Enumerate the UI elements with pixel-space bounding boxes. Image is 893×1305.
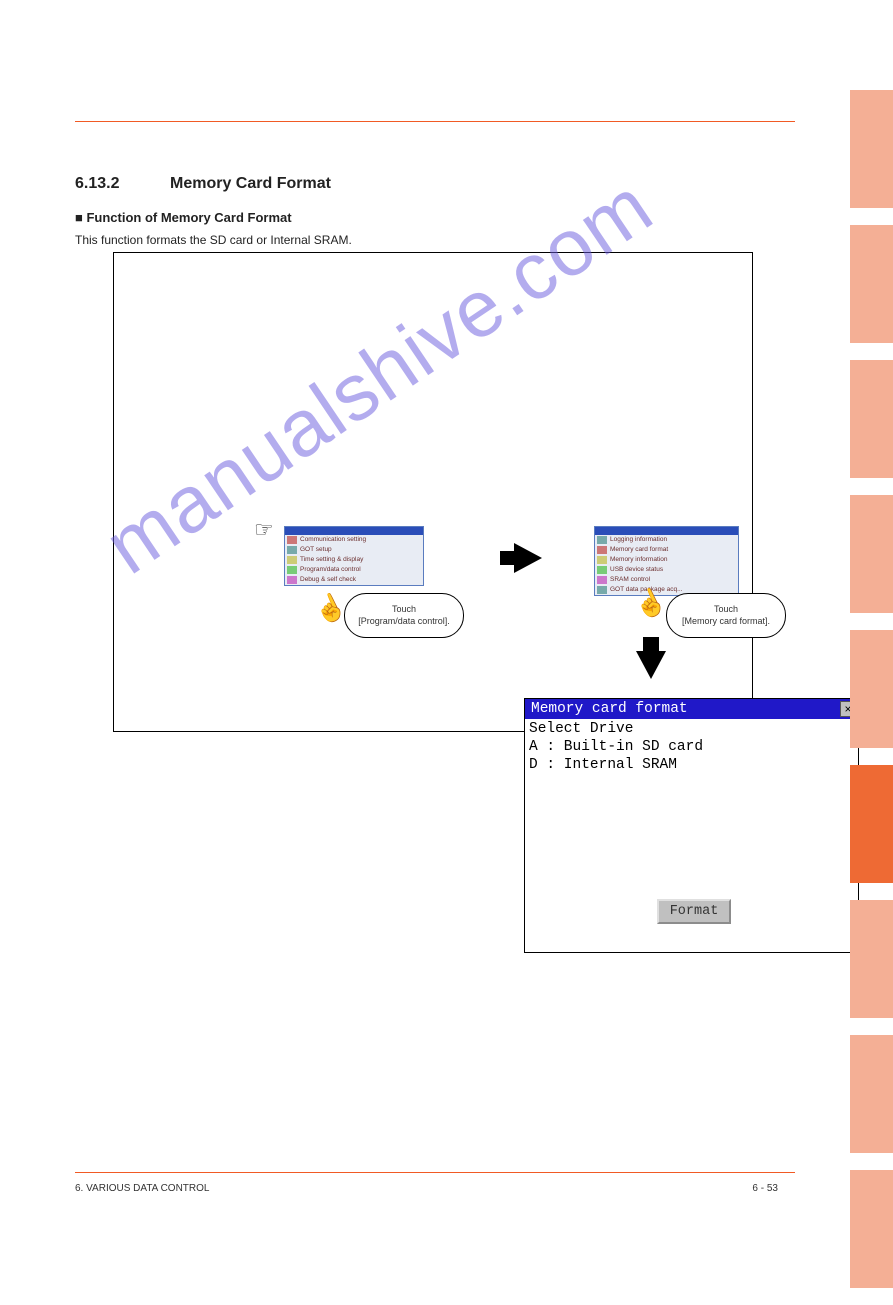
- instruction-bubble-1: Touch [Program/data control].: [344, 593, 464, 638]
- side-tab-active[interactable]: [850, 765, 893, 883]
- dialog-title-text: Memory card format: [531, 701, 688, 717]
- bubble-text: [Memory card format].: [675, 616, 777, 627]
- menu1-item: GOT setup: [300, 545, 332, 555]
- footer-right: 6 - 53: [752, 1183, 778, 1194]
- side-tab[interactable]: [850, 1170, 893, 1288]
- program-data-control-screenshot: Logging information Memory card format M…: [594, 526, 739, 596]
- side-tab[interactable]: [850, 360, 893, 478]
- subheading-function: ■ Function of Memory Card Format: [75, 210, 292, 225]
- drive-option-a[interactable]: A : Built-in SD card: [529, 738, 854, 756]
- footer-rule: [75, 1172, 795, 1173]
- menu2-item: USB device status: [610, 565, 663, 575]
- section-number: 6.13.2: [75, 175, 119, 193]
- figure-container: ☞ Communication setting GOT setup Time s…: [113, 252, 753, 732]
- select-drive-label: Select Drive: [529, 720, 854, 738]
- bubble-text: Touch: [675, 604, 777, 615]
- side-tab[interactable]: [850, 1035, 893, 1153]
- menu2-item: Logging information: [610, 535, 667, 545]
- bubble-text: [Program/data control].: [353, 616, 455, 627]
- menu1-item: Program/data control: [300, 565, 361, 575]
- side-tab[interactable]: [850, 225, 893, 343]
- menu2-item: Memory card format: [610, 545, 668, 555]
- side-tab[interactable]: [850, 900, 893, 1018]
- menu1-item: Debug & self check: [300, 575, 356, 585]
- dialog-titlebar: Memory card format: [525, 699, 858, 719]
- drive-option-d[interactable]: D : Internal SRAM: [529, 756, 854, 774]
- menu2-item: Memory information: [610, 555, 667, 565]
- main-menu-screenshot: Communication setting GOT setup Time set…: [284, 526, 424, 586]
- arrow-down-icon: [636, 651, 666, 679]
- instruction-bubble-2: Touch [Memory card format].: [666, 593, 786, 638]
- menu2-item: GOT data package acq...: [610, 585, 683, 595]
- memory-card-format-dialog: Memory card format × Select Drive A : Bu…: [524, 698, 859, 953]
- pointing-hand-icon: ☞: [254, 517, 274, 543]
- side-tabs: [850, 90, 893, 1305]
- side-tab[interactable]: [850, 630, 893, 748]
- arrow-right-icon: [514, 543, 542, 573]
- side-tab[interactable]: [850, 495, 893, 613]
- menu1-item: Time setting & display: [300, 555, 363, 565]
- side-tab[interactable]: [850, 90, 893, 208]
- menu2-item: SRAM control: [610, 575, 650, 585]
- footer-left: 6. VARIOUS DATA CONTROL: [75, 1183, 209, 1194]
- format-button[interactable]: Format: [657, 899, 731, 924]
- menu1-item: Communication setting: [300, 535, 366, 545]
- dialog-body: Select Drive A : Built-in SD card D : In…: [525, 719, 858, 774]
- subheading-description: This function formats the SD card or Int…: [75, 233, 352, 247]
- header-rule: [75, 121, 795, 122]
- bubble-text: Touch: [353, 604, 455, 615]
- section-title: Memory Card Format: [170, 175, 331, 193]
